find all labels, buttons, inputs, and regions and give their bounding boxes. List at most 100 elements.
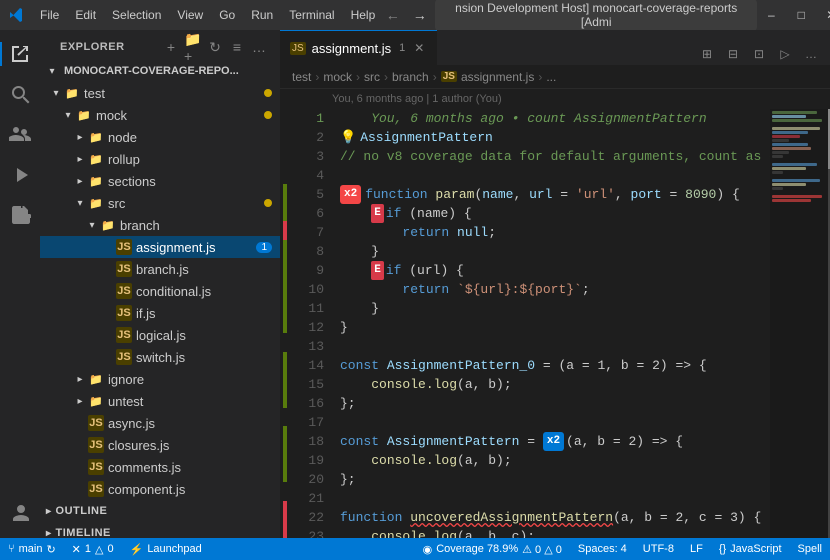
collapse-icon[interactable]: ≡ (228, 38, 246, 56)
status-errors[interactable]: ✕ 1 △ 0 (64, 538, 122, 560)
code-indent (340, 299, 371, 318)
menu-view[interactable]: View (171, 8, 209, 22)
menu-file[interactable]: File (34, 8, 65, 22)
breadcrumb-src[interactable]: src (364, 70, 380, 84)
status-remote[interactable]: ⚡ Launchpad (122, 538, 210, 560)
tree-file-component-js[interactable]: JS component.js (40, 478, 280, 500)
language-icon: {} (719, 543, 726, 555)
breadcrumb-branch[interactable]: branch (392, 70, 429, 84)
sidebar-section-outline[interactable]: ▸ OUTLINE (40, 500, 280, 522)
close-button[interactable]: ✕ (817, 4, 830, 26)
tab-close-button[interactable]: ✕ (411, 40, 427, 56)
activity-explorer[interactable] (0, 34, 40, 74)
tree-folder-src[interactable]: ▾ 📁 src (40, 192, 280, 214)
file-tree: ▾ MONOCART-COVERAGE-REPO... ▾ 📁 test ▾ 📁… (40, 60, 280, 538)
minimap-line (772, 147, 811, 150)
ln-18: 18 (290, 432, 324, 451)
js-file-icon: JS (88, 437, 104, 453)
tab-label: assignment.js (312, 41, 391, 56)
folder-icon: 📁 (76, 107, 92, 123)
code-content[interactable]: You, 6 months ago • count AssignmentPatt… (332, 109, 770, 538)
tree-folder-branch[interactable]: ▾ 📁 branch (40, 214, 280, 236)
mock-chevron: ▾ (60, 107, 76, 123)
view-type-icon[interactable]: ⊟ (722, 43, 744, 65)
code-line-12: } (340, 318, 770, 337)
forward-button[interactable]: → (408, 3, 431, 27)
tree-folder-test[interactable]: ▾ 📁 test (40, 82, 280, 104)
tree-folder-rollup[interactable]: ▸ 📁 rollup (40, 148, 280, 170)
status-coverage[interactable]: ◉ Coverage 78.9% ⚠ 0 △ 0 (415, 538, 570, 560)
status-language[interactable]: {} JavaScript (711, 538, 790, 560)
sidebar-section-timeline[interactable]: ▸ TIMELINE (40, 522, 280, 538)
tree-file-async-js[interactable]: JS async.js (40, 412, 280, 434)
code-text: } (340, 318, 348, 337)
address-bar[interactable]: nsion Development Host] monocart-coverag… (435, 0, 757, 31)
sections-chevron: ▸ (72, 173, 88, 189)
code-line-3: // no v8 coverage data for default argum… (340, 147, 770, 166)
tab-assignment-js[interactable]: JS assignment.js 1 ✕ (280, 30, 437, 65)
status-spaces[interactable]: Spaces: 4 (570, 538, 635, 560)
tree-file-logical-js[interactable]: JS logical.js (40, 324, 280, 346)
more-actions-icon[interactable]: … (250, 38, 268, 56)
tree-folder-mock[interactable]: ▾ 📁 mock (40, 104, 280, 126)
new-folder-icon[interactable]: 📁+ (184, 38, 202, 56)
menu-go[interactable]: Go (213, 8, 241, 22)
maximize-button[interactable]: □ (787, 4, 815, 26)
gutter-21 (280, 482, 290, 501)
activity-account[interactable] (0, 494, 40, 534)
run-icon[interactable]: ▷ (774, 43, 796, 65)
breadcrumb-mock[interactable]: mock (323, 70, 352, 84)
error-icon: ✕ (72, 543, 81, 556)
status-encoding[interactable]: UTF-8 (635, 538, 682, 560)
root-chevron: ▾ (44, 63, 60, 79)
refresh-icon[interactable]: ↻ (206, 38, 224, 56)
tree-file-if-js[interactable]: JS if.js (40, 302, 280, 324)
menu-edit[interactable]: Edit (69, 8, 102, 22)
tree-folder-untest[interactable]: ▸ 📁 untest (40, 390, 280, 412)
tree-file-closures-js[interactable]: JS closures.js (40, 434, 280, 456)
tree-file-assignment-js[interactable]: JS assignment.js 1 (40, 236, 280, 258)
activity-run-debug[interactable] (0, 154, 40, 194)
minimize-button[interactable]: – (757, 4, 785, 26)
test-label: test (84, 86, 260, 101)
js-file-icon: JS (116, 261, 132, 277)
status-line-ending[interactable]: LF (682, 538, 711, 560)
menu-help[interactable]: Help (345, 8, 382, 22)
tree-folder-ignore[interactable]: ▸ 📁 ignore (40, 368, 280, 390)
activity-source-control[interactable] (0, 114, 40, 154)
split-editor-icon[interactable]: ⊞ (696, 43, 718, 65)
new-file-icon[interactable]: + (162, 38, 180, 56)
code-editor[interactable]: 1 2 3 4 5 6 7 8 9 10 11 12 13 14 15 16 1… (280, 109, 830, 538)
activity-extensions[interactable] (0, 194, 40, 234)
tree-folder-sections[interactable]: ▸ 📁 sections (40, 170, 280, 192)
layout-icon[interactable]: ⊡ (748, 43, 770, 65)
folder-icon: 📁 (64, 85, 80, 101)
breadcrumb-test[interactable]: test (292, 70, 311, 84)
code-text: AssignmentPattern (360, 128, 493, 147)
code-line-16: }; (340, 394, 770, 413)
tree-folder-node[interactable]: ▸ 📁 node (40, 126, 280, 148)
back-button[interactable]: ← (381, 3, 404, 27)
more-icon[interactable]: … (800, 43, 822, 65)
menu-selection[interactable]: Selection (106, 8, 167, 22)
activity-search[interactable] (0, 74, 40, 114)
test-chevron: ▾ (48, 85, 64, 101)
empty-chevron (100, 327, 116, 343)
minimap-line (772, 111, 817, 114)
node-chevron: ▸ (72, 129, 88, 145)
tree-file-branch-js[interactable]: JS branch.js (40, 258, 280, 280)
minimap-line (772, 175, 828, 178)
status-spell[interactable]: Spell (790, 538, 830, 560)
breadcrumb-more[interactable]: ... (546, 70, 556, 84)
status-git-branch[interactable]: ⑂ main ↻ (0, 538, 64, 560)
menu-terminal[interactable]: Terminal (283, 8, 340, 22)
tree-root[interactable]: ▾ MONOCART-COVERAGE-REPO... (40, 60, 280, 82)
tree-file-switch-js[interactable]: JS switch.js (40, 346, 280, 368)
ln-10: 10 (290, 280, 324, 299)
code-text: AssignmentPattern (387, 432, 520, 451)
menu-run[interactable]: Run (245, 8, 279, 22)
tree-file-conditional-js[interactable]: JS conditional.js (40, 280, 280, 302)
tree-file-comments-js[interactable]: JS comments.js (40, 456, 280, 478)
breadcrumb-filename[interactable]: assignment.js (461, 70, 534, 84)
code-line-21 (340, 489, 770, 508)
